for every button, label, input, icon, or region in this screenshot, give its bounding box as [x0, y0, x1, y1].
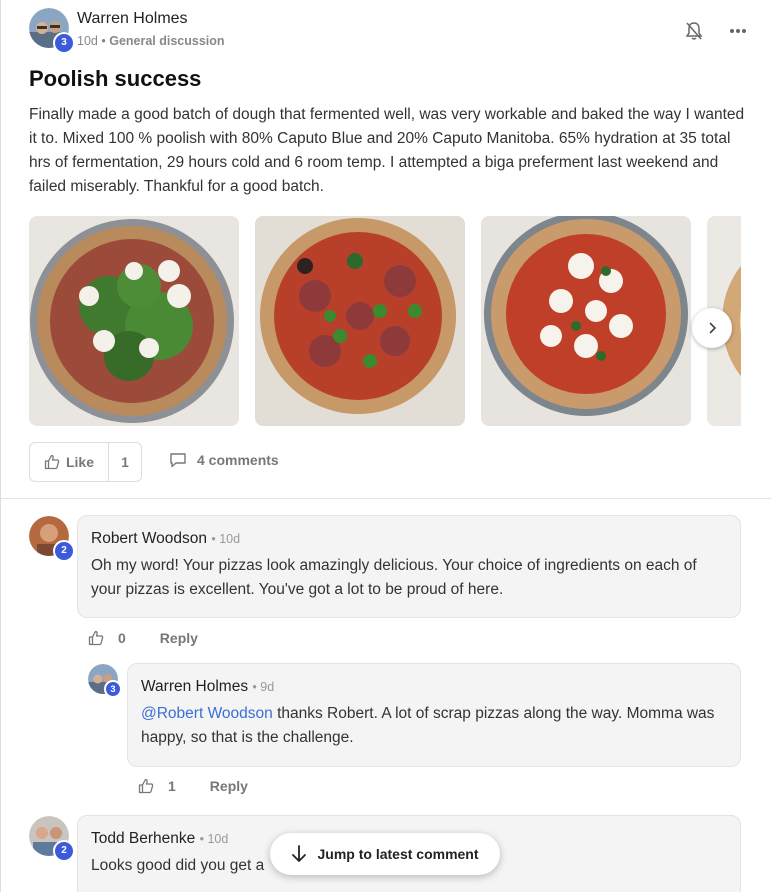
- thumbs-up-icon[interactable]: [138, 778, 154, 794]
- meta-separator: •: [101, 34, 106, 48]
- reply-bubble: Warren Holmes • 9d @Robert Woodson thank…: [127, 663, 741, 767]
- comment-actions: 0 Reply: [88, 630, 198, 646]
- post-body: Finally made a good batch of dough that …: [29, 106, 745, 195]
- comment-time: • 9d: [252, 680, 275, 694]
- header-actions: [683, 20, 749, 42]
- reply-button[interactable]: Reply: [160, 630, 198, 646]
- pizza-photo-2[interactable]: [255, 216, 465, 426]
- comment-author: Robert Woodson • 10d: [91, 530, 240, 548]
- level-badge: 2: [53, 540, 75, 562]
- photo-gallery: [29, 216, 741, 426]
- arrow-down-icon: [292, 845, 307, 862]
- comment-author: Warren Holmes • 9d: [141, 678, 274, 696]
- comment-author-name[interactable]: Warren Holmes: [141, 678, 248, 695]
- level-badge: 3: [104, 680, 122, 698]
- thumbs-up-icon: [44, 454, 60, 470]
- post-age: 10d: [77, 34, 98, 48]
- divider: [1, 498, 771, 499]
- like-button[interactable]: Like: [30, 443, 109, 481]
- group-link[interactable]: General discussion: [109, 34, 224, 48]
- jump-to-latest-button[interactable]: Jump to latest comment: [270, 833, 500, 875]
- comments-link[interactable]: 4 comments: [169, 452, 279, 468]
- comment-time: • 10d: [211, 532, 241, 546]
- chevron-right-icon: [709, 322, 717, 334]
- commenter-avatar[interactable]: 2: [29, 516, 75, 562]
- comment-bubble: Robert Woodson • 10d Oh my word! Your pi…: [77, 515, 741, 618]
- pizza-photo-1[interactable]: [29, 216, 239, 426]
- post-header: 3 Warren Holmes 10d • General discussion: [29, 8, 749, 54]
- comment-time: • 10d: [199, 832, 229, 846]
- author-name[interactable]: Warren Holmes: [77, 10, 188, 28]
- mention-link[interactable]: @Robert Woodson: [141, 705, 273, 722]
- level-badge: 2: [53, 840, 75, 862]
- post-meta: 10d • General discussion: [77, 34, 225, 48]
- comment-author-name[interactable]: Todd Berhenke: [91, 830, 195, 847]
- comment-text: @Robert Woodson thanks Robert. A lot of …: [141, 702, 721, 750]
- post-title: Poolish success: [29, 66, 202, 91]
- thumbs-up-icon[interactable]: [88, 630, 104, 646]
- comment-like-count: 0: [118, 630, 126, 646]
- like-count[interactable]: 1: [109, 443, 141, 481]
- like-control: Like 1: [29, 442, 142, 482]
- more-icon[interactable]: [727, 20, 749, 42]
- comment-text: Oh my word! Your pizzas look amazingly d…: [91, 557, 697, 598]
- level-badge: 3: [53, 32, 75, 54]
- commenter-avatar[interactable]: 3: [88, 664, 122, 698]
- reply-button[interactable]: Reply: [210, 778, 248, 794]
- like-label: Like: [65, 454, 94, 470]
- bell-off-icon[interactable]: [683, 20, 705, 42]
- author-avatar[interactable]: 3: [29, 8, 75, 54]
- jump-label: Jump to latest comment: [317, 846, 479, 862]
- comment-author-name[interactable]: Robert Woodson: [91, 530, 207, 547]
- comments-count-label: 4 comments: [197, 452, 279, 468]
- comment-author: Todd Berhenke • 10d: [91, 830, 228, 848]
- commenter-avatar[interactable]: 2: [29, 816, 75, 862]
- post-page: 3 Warren Holmes 10d • General discussion: [0, 0, 771, 892]
- gallery-next-button[interactable]: [692, 308, 732, 348]
- pizza-photo-3[interactable]: [481, 216, 691, 426]
- comment-icon: [170, 453, 186, 468]
- comment-actions: 1 Reply: [138, 778, 248, 794]
- comment-like-count: 1: [168, 778, 176, 794]
